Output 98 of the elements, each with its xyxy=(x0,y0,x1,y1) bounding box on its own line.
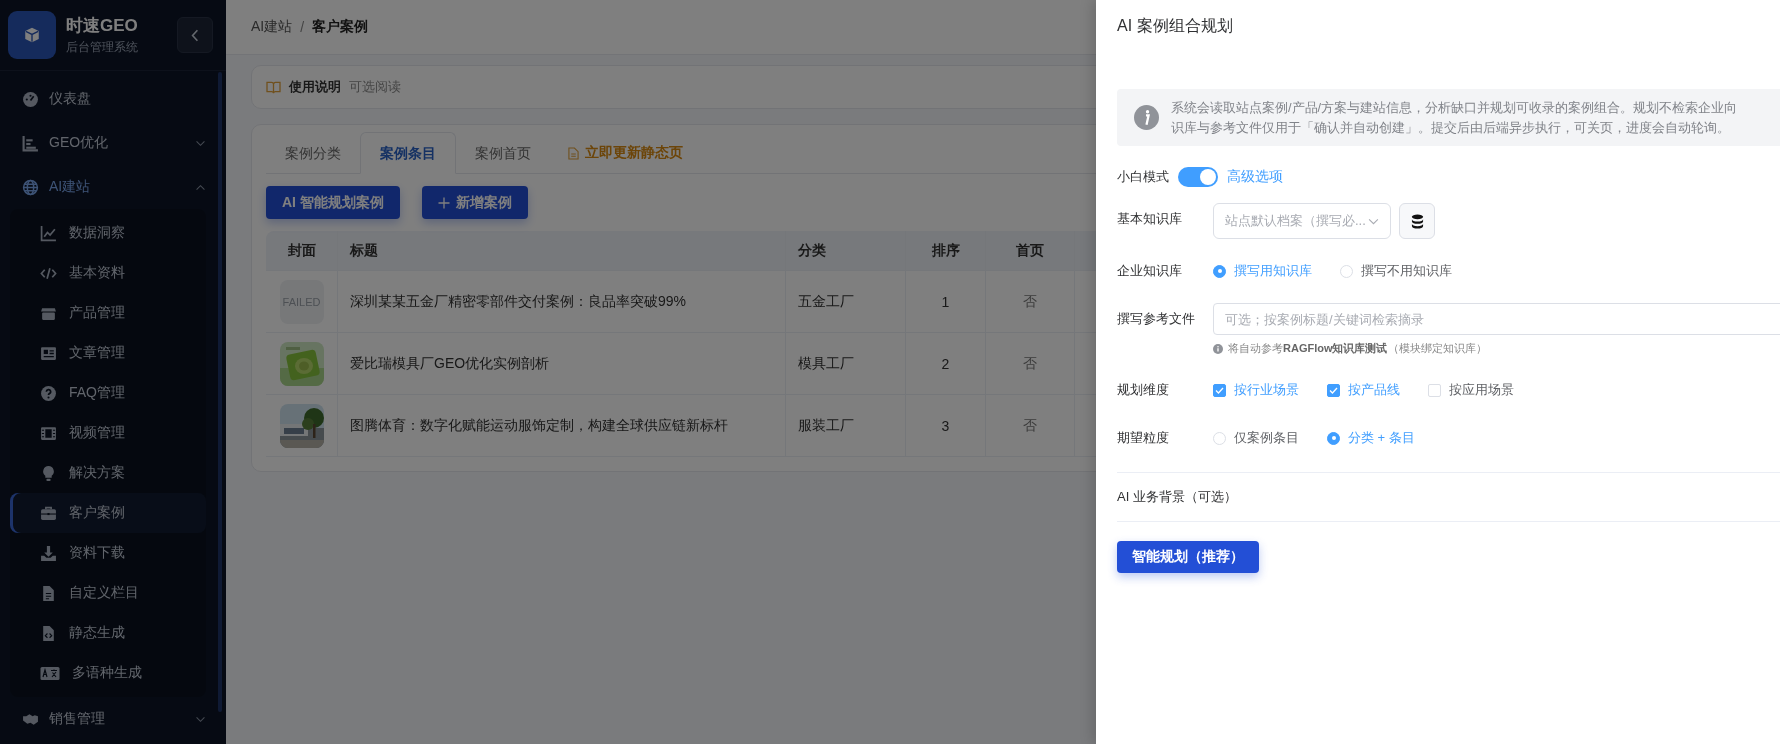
column-header: 首页 xyxy=(986,231,1075,270)
radio-option[interactable]: 撰写用知识库 xyxy=(1213,262,1312,280)
submenu-item[interactable]: 资料下载 xyxy=(10,533,206,573)
advanced-options-link[interactable]: 高级选项 xyxy=(1227,168,1283,186)
column-header: 排序 xyxy=(906,231,986,270)
table-cell: 深圳某某五金厂精密零部件交付案例：良品率突破99% xyxy=(338,271,786,332)
info-icon xyxy=(1134,105,1159,130)
breadcrumb-item[interactable]: AI建站 xyxy=(251,18,293,36)
field-label: 基本知识库 xyxy=(1117,210,1183,228)
submenu-item[interactable]: 多语种生成 xyxy=(10,653,206,693)
field-label: 规划维度 xyxy=(1117,381,1170,399)
table-cell: 模具工厂 xyxy=(786,333,906,394)
table-cell: 爱比瑞模具厂GEO优化实例剖析 xyxy=(338,333,786,394)
radio-button[interactable] xyxy=(1327,431,1340,445)
chevron-icon xyxy=(195,715,206,723)
checkbox-option[interactable]: 按应用场景 xyxy=(1428,381,1514,399)
chevron-icon xyxy=(195,139,206,147)
table-cell: 否 xyxy=(986,395,1075,456)
globe-icon xyxy=(22,178,39,196)
info-icon xyxy=(1213,343,1223,354)
column-header: 标题 xyxy=(338,231,786,270)
tab[interactable]: 案例首页 xyxy=(456,133,550,173)
table-cell: 服装工厂 xyxy=(786,395,906,456)
checkbox-option[interactable]: 按产品线 xyxy=(1327,381,1400,399)
question-icon xyxy=(40,384,57,402)
smart-plan-button[interactable]: 智能规划（推荐） xyxy=(1117,541,1259,573)
tab[interactable]: 案例条目 xyxy=(360,132,456,174)
submenu-item[interactable]: 自定义栏目 xyxy=(10,573,206,613)
checkbox-option[interactable]: 按行业场景 xyxy=(1213,381,1299,399)
collapse-button[interactable] xyxy=(177,17,213,53)
table-cell: 否 xyxy=(986,333,1075,394)
download-icon xyxy=(40,544,57,562)
menu-item[interactable]: AI建站 xyxy=(0,165,226,209)
submenu-item[interactable]: 文章管理 xyxy=(10,333,206,373)
breadcrumb-separator: / xyxy=(300,19,305,35)
add-button[interactable]: 新增案例 xyxy=(421,186,528,219)
submenu-item[interactable]: 基本资料 xyxy=(10,253,206,293)
database-button[interactable] xyxy=(1399,203,1435,239)
field-label: 小白模式 xyxy=(1117,168,1169,186)
toggle-switch[interactable] xyxy=(1178,167,1218,187)
submenu-item[interactable]: 解决方案 xyxy=(10,453,206,493)
submenu-item[interactable]: 视频管理 xyxy=(10,413,206,453)
column-header: 分类 xyxy=(786,231,906,270)
field-label: 撰写参考文件 xyxy=(1117,310,1196,328)
table-cell: 图腾体育：数字化赋能运动服饰定制，构建全球供应链新标杆 xyxy=(338,395,786,456)
radio-option[interactable]: 撰写不用知识库 xyxy=(1340,262,1452,280)
submenu-item[interactable]: 数据洞察 xyxy=(10,213,206,253)
table-cell: 3 xyxy=(906,395,986,456)
column-header: 封面 xyxy=(266,231,338,270)
ai-plan-button[interactable]: AI 智能规划案例 xyxy=(266,186,400,219)
gauge-icon xyxy=(22,90,39,108)
checkbox[interactable] xyxy=(1213,383,1226,397)
tab[interactable]: 案例分类 xyxy=(266,133,360,173)
briefcase-icon xyxy=(40,504,57,522)
field-label: 企业知识库 xyxy=(1117,262,1183,280)
menu-item[interactable]: 销售管理 xyxy=(0,697,226,741)
app-title: 时速GEO xyxy=(66,15,139,37)
table-cell: 2 xyxy=(906,333,986,394)
table-cell: 五金工厂 xyxy=(786,271,906,332)
chevron-left-icon xyxy=(191,28,199,42)
document-icon xyxy=(568,146,579,160)
book-icon xyxy=(266,80,281,94)
submenu-item[interactable]: 静态生成 xyxy=(10,613,206,653)
submenu-item[interactable]: 客户案例 xyxy=(10,493,206,533)
line-chart-icon xyxy=(40,224,57,242)
update-static-link[interactable]: 立即更新静态页 xyxy=(550,133,683,173)
menu-item[interactable]: GEO优化 xyxy=(0,121,226,165)
plus-icon xyxy=(437,196,450,209)
input-field[interactable]: 可选；按案例标题/关键词检索摘录 xyxy=(1213,303,1780,335)
logo-icon xyxy=(8,11,56,59)
app-subtitle: 后台管理系统 xyxy=(66,39,139,56)
translate-icon xyxy=(40,664,60,682)
menu-item[interactable]: 仪表盘 xyxy=(0,77,226,121)
film-icon xyxy=(40,424,57,442)
drawer-title: AI 案例组合规划 xyxy=(1117,16,1234,36)
field-label: 期望粒度 xyxy=(1117,429,1170,447)
table-cell: 否 xyxy=(986,271,1075,332)
table-cell: 1 xyxy=(906,271,986,332)
info-text: 识库与参考文件仅用于「确认并自动创建」。提交后由后端异步执行，可关页，进度会自动轮询。 xyxy=(1171,118,1731,137)
submenu-item[interactable]: FAQ管理 xyxy=(10,373,206,413)
checkbox[interactable] xyxy=(1327,383,1340,397)
radio-button[interactable] xyxy=(1213,264,1226,278)
document-icon xyxy=(40,584,57,602)
breadcrumb-item: 客户案例 xyxy=(312,18,369,36)
section-header[interactable]: AI 业务背景（可选） xyxy=(1117,472,1780,522)
hint-text: 将自动参考RAGFlow知识库测试（模块绑定知识库） xyxy=(1228,341,1487,356)
notice-title: 使用说明 xyxy=(289,78,341,96)
newspaper-icon xyxy=(40,344,57,362)
radio-option[interactable]: 分类 + 条目 xyxy=(1327,429,1415,447)
select-field[interactable]: 站点默认档案（撰写必... xyxy=(1213,203,1391,239)
radio-option[interactable]: 仅案例条目 xyxy=(1213,429,1299,447)
database-icon xyxy=(1410,213,1424,229)
chevron-icon xyxy=(195,183,206,191)
chevron-down-icon xyxy=(1368,217,1379,225)
lightbulb-icon xyxy=(40,464,57,482)
submenu-item[interactable]: 产品管理 xyxy=(10,293,206,333)
code-file-icon xyxy=(40,624,57,642)
bar-chart-icon xyxy=(22,134,39,152)
